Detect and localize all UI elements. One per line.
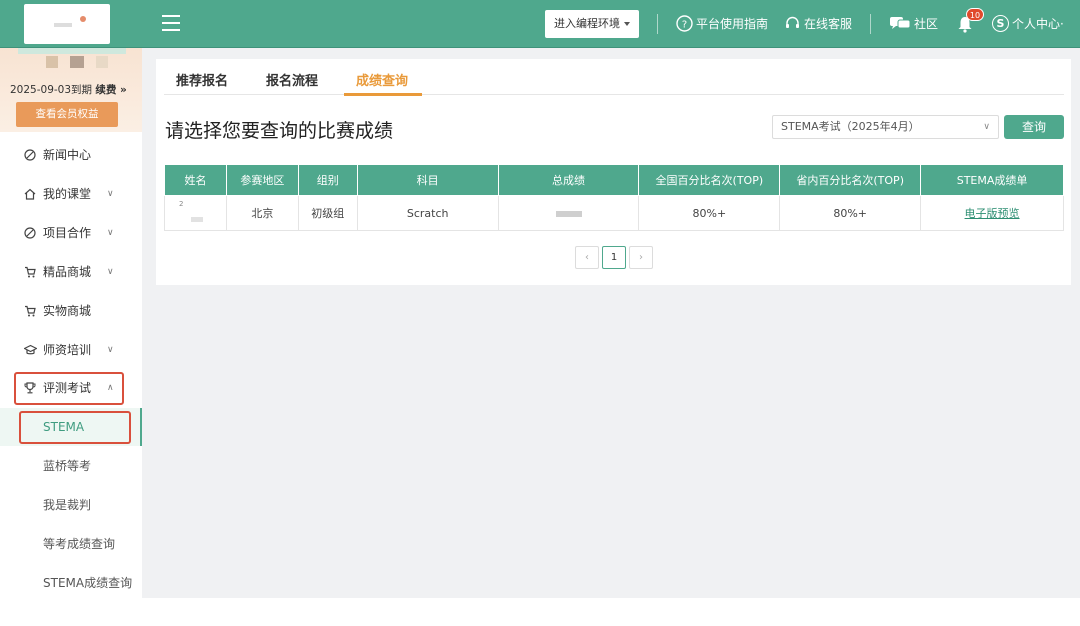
tab-registration-process[interactable]: 报名流程 — [266, 70, 318, 89]
pagination-next-button[interactable]: › — [629, 246, 653, 269]
col-name: 姓名 — [164, 164, 227, 196]
cart-icon — [25, 305, 36, 317]
tab-divider — [164, 94, 1064, 95]
sidebar: 2025-09-03到期 续费 » 查看会员权益 新闻中心 我的课堂 ∨ 项目合… — [0, 48, 142, 598]
chevron-down-icon: ∨ — [107, 345, 114, 355]
chevron-down-icon: ∨ — [107, 228, 114, 238]
exam-select[interactable]: STEMA考试（2025年4月） ∨ — [772, 115, 999, 139]
header-divider — [657, 14, 658, 34]
cell-province-rank: 80%+ — [779, 195, 922, 231]
cell-group: 初级组 — [297, 195, 358, 231]
col-province-rank: 省内百分比名次(TOP) — [779, 164, 922, 196]
slash-circle-icon — [24, 227, 36, 239]
active-tab-underline — [344, 93, 422, 96]
table-header-row: 姓名 参赛地区 组别 科目 总成绩 全国百分比名次(TOP) 省内百分比名次(T… — [164, 164, 1064, 196]
community-link[interactable]: 社区 — [889, 14, 941, 34]
membership-promo: 2025-09-03到期 续费 » 查看会员权益 — [0, 48, 142, 132]
results-table: 姓名 参赛地区 组别 科目 总成绩 全国百分比名次(TOP) 省内百分比名次(T… — [164, 164, 1064, 231]
tab-recommended-registration[interactable]: 推荐报名 — [176, 70, 228, 89]
enter-coding-env-button[interactable]: 进入编程环境 — [545, 10, 639, 38]
col-national-rank: 全国百分比名次(TOP) — [638, 164, 781, 196]
view-membership-benefits-button[interactable]: 查看会员权益 — [16, 102, 118, 127]
renew-link[interactable]: 续费 » — [95, 84, 126, 96]
cell-national-rank: 80%+ — [638, 195, 781, 231]
cell-total-score-redacted — [497, 195, 640, 231]
home-icon — [24, 188, 36, 200]
chevron-down-icon: ∨ — [107, 267, 114, 277]
logo[interactable] — [24, 4, 110, 44]
online-service-link[interactable]: 在线客服 — [784, 14, 854, 34]
table-row: 2 北京 初级组 Scratch 80%+ 80%+ 电子版预览 — [164, 195, 1064, 231]
pagination-prev-button[interactable]: ‹ — [575, 246, 599, 269]
cart-icon — [25, 266, 36, 278]
platform-guide-link[interactable]: ? 平台使用指南 — [676, 14, 770, 34]
personal-center-menu[interactable]: 个人中心· — [1012, 14, 1078, 34]
question-circle-icon: ? — [676, 15, 693, 32]
header-divider — [870, 14, 871, 34]
sidebar-item-physical-mall[interactable]: 实物商城 — [0, 292, 142, 330]
svg-text:?: ? — [682, 20, 687, 31]
graduation-cap-icon — [24, 344, 37, 355]
sidebar-item-news[interactable]: 新闻中心 — [0, 136, 142, 174]
sidebar-subitem-grade-score-query[interactable]: 等考成绩查询 — [0, 525, 142, 563]
sidebar-item-premium-mall[interactable]: 精品商城 ∨ — [0, 253, 142, 291]
col-report: STEMA成绩单 — [920, 164, 1064, 196]
col-region: 参赛地区 — [225, 164, 299, 196]
sidebar-item-project-cooperation[interactable]: 项目合作 ∨ — [0, 214, 142, 252]
col-subject: 科目 — [356, 164, 499, 196]
slash-circle-icon — [24, 149, 36, 161]
avatar[interactable]: S — [992, 15, 1009, 32]
menu-toggle-icon[interactable] — [162, 15, 182, 33]
highlight-box — [19, 411, 131, 444]
membership-expiry: 2025-09-03到期 续费 » — [10, 84, 127, 96]
env-button-label: 进入编程环境 — [554, 17, 620, 30]
page-title: 请选择您要查询的比赛成绩 — [165, 120, 394, 142]
chat-bubbles-icon — [890, 17, 911, 29]
col-group: 组别 — [297, 164, 358, 196]
pagination-page-1[interactable]: 1 — [602, 246, 626, 269]
sidebar-subitem-referee[interactable]: 我是裁判 — [0, 486, 142, 524]
sidebar-subitem-stema-score-query[interactable]: STEMA成绩查询 — [0, 564, 142, 602]
query-button[interactable]: 查询 — [1004, 115, 1064, 139]
chevron-down-icon: ∨ — [983, 122, 990, 132]
sidebar-item-my-class[interactable]: 我的课堂 ∨ — [0, 175, 142, 213]
cell-name-redacted: 2 — [164, 195, 227, 231]
cell-subject: Scratch — [356, 195, 499, 231]
sidebar-subitem-lanqiao[interactable]: 蓝桥等考 — [0, 447, 142, 485]
col-total-score: 总成绩 — [497, 164, 640, 196]
chevron-down-icon: ∨ — [107, 189, 114, 199]
sidebar-item-teacher-training[interactable]: 师资培训 ∨ — [0, 331, 142, 369]
highlight-box — [14, 372, 124, 405]
headset-icon — [786, 16, 799, 28]
e-report-preview-link[interactable]: 电子版预览 — [965, 207, 1020, 220]
notification-count-badge: 10 — [966, 8, 984, 21]
caret-down-icon — [624, 22, 630, 26]
exam-select-value: STEMA考试（2025年4月） — [781, 120, 920, 133]
cell-region: 北京 — [225, 195, 299, 231]
cell-report: 电子版预览 — [920, 195, 1064, 231]
tab-score-query[interactable]: 成绩查询 — [356, 70, 408, 89]
